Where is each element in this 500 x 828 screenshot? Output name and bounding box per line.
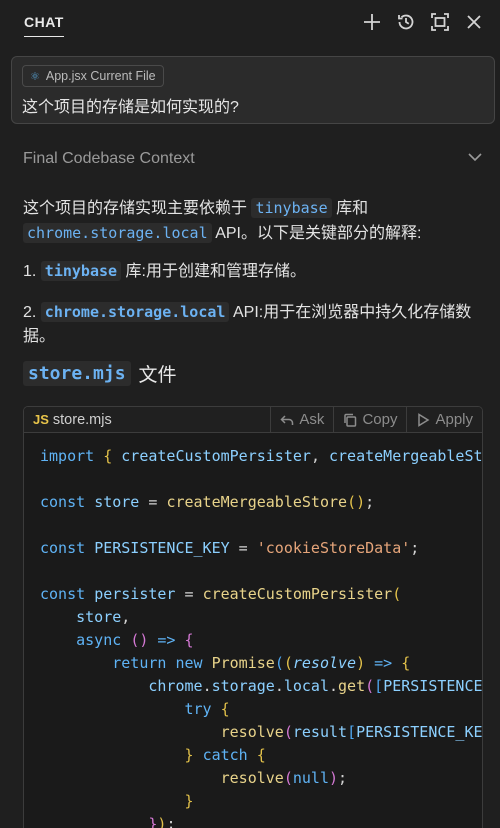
code-actions: Ask Copy Apply (270, 407, 482, 432)
code-line: } (184, 792, 194, 810)
answer-item-2: 2. chrome.storage.local API:用于在浏览器中持久化存储… (23, 302, 472, 345)
react-icon: ⚛ (30, 70, 40, 83)
code-line: import { createCustomPersister, createMe… (40, 447, 483, 465)
code-block: JS store.mjs Ask Copy Apply import { cre… (23, 406, 483, 828)
code-line: resolve(result[PERSISTENCE_KEY] (220, 723, 483, 741)
ask-button[interactable]: Ask (270, 407, 333, 432)
tab-chat[interactable]: CHAT (24, 14, 64, 37)
codebase-context-toggle[interactable]: Final Codebase Context (23, 148, 483, 170)
apply-button[interactable]: Apply (406, 407, 482, 432)
copy-button[interactable]: Copy (333, 407, 406, 432)
javascript-icon: JS (33, 412, 49, 427)
close-icon[interactable] (462, 10, 486, 34)
code-line: const PERSISTENCE_KEY = 'cookieStoreData… (40, 539, 420, 557)
inline-code-tinybase: tinybase (251, 198, 332, 218)
inline-code-chrome-storage: chrome.storage.local (23, 223, 212, 243)
code-filename: store.mjs (52, 411, 112, 428)
code-content: import { createCustomPersister, createMe… (24, 433, 482, 828)
play-icon (418, 412, 430, 427)
code-line: async () => { (76, 631, 194, 649)
plus-icon[interactable] (360, 10, 384, 34)
user-query-box[interactable]: ⚛ App.jsx Current File 这个项目的存储是如何实现的? (11, 56, 495, 124)
inline-code-chrome-storage: chrome.storage.local (40, 302, 230, 322)
header-toolbar (360, 10, 486, 34)
code-line: return new Promise((resolve) => { (112, 654, 411, 672)
answer-intro: 这个项目的存储实现主要依赖于 tinybase 库和 chrome.storag… (23, 198, 422, 243)
code-line: store, (76, 608, 131, 626)
code-line: try { (184, 700, 230, 718)
code-line: const store = createMergeableStore(); (40, 493, 375, 511)
file-chip-label: App.jsx Current File (45, 69, 156, 83)
section-heading: store.mjs 文件 (23, 360, 177, 387)
heading-code: store.mjs (23, 361, 131, 386)
chevron-down-icon (467, 149, 483, 170)
code-line: chrome.storage.local.get([PERSISTENCE_KE… (148, 677, 483, 695)
code-line: }); (148, 815, 176, 828)
context-title: Final Codebase Context (23, 150, 195, 167)
chat-header: CHAT (0, 0, 500, 44)
reply-icon (280, 414, 294, 425)
current-file-chip[interactable]: ⚛ App.jsx Current File (22, 65, 164, 87)
answer-item-1: 1. tinybase 库:用于创建和管理存储。 (23, 261, 306, 281)
query-text: 这个项目的存储是如何实现的? (22, 99, 239, 116)
maximize-icon[interactable] (428, 10, 452, 34)
inline-code-tinybase: tinybase (40, 261, 122, 281)
code-block-header: JS store.mjs Ask Copy Apply (24, 407, 482, 433)
code-line: resolve(null); (220, 769, 348, 787)
code-line: } catch { (184, 746, 266, 764)
code-line: const persister = createCustomPersister( (40, 585, 402, 603)
code-file-label: JS store.mjs (24, 412, 112, 428)
history-icon[interactable] (394, 10, 418, 34)
copy-icon (344, 413, 357, 427)
